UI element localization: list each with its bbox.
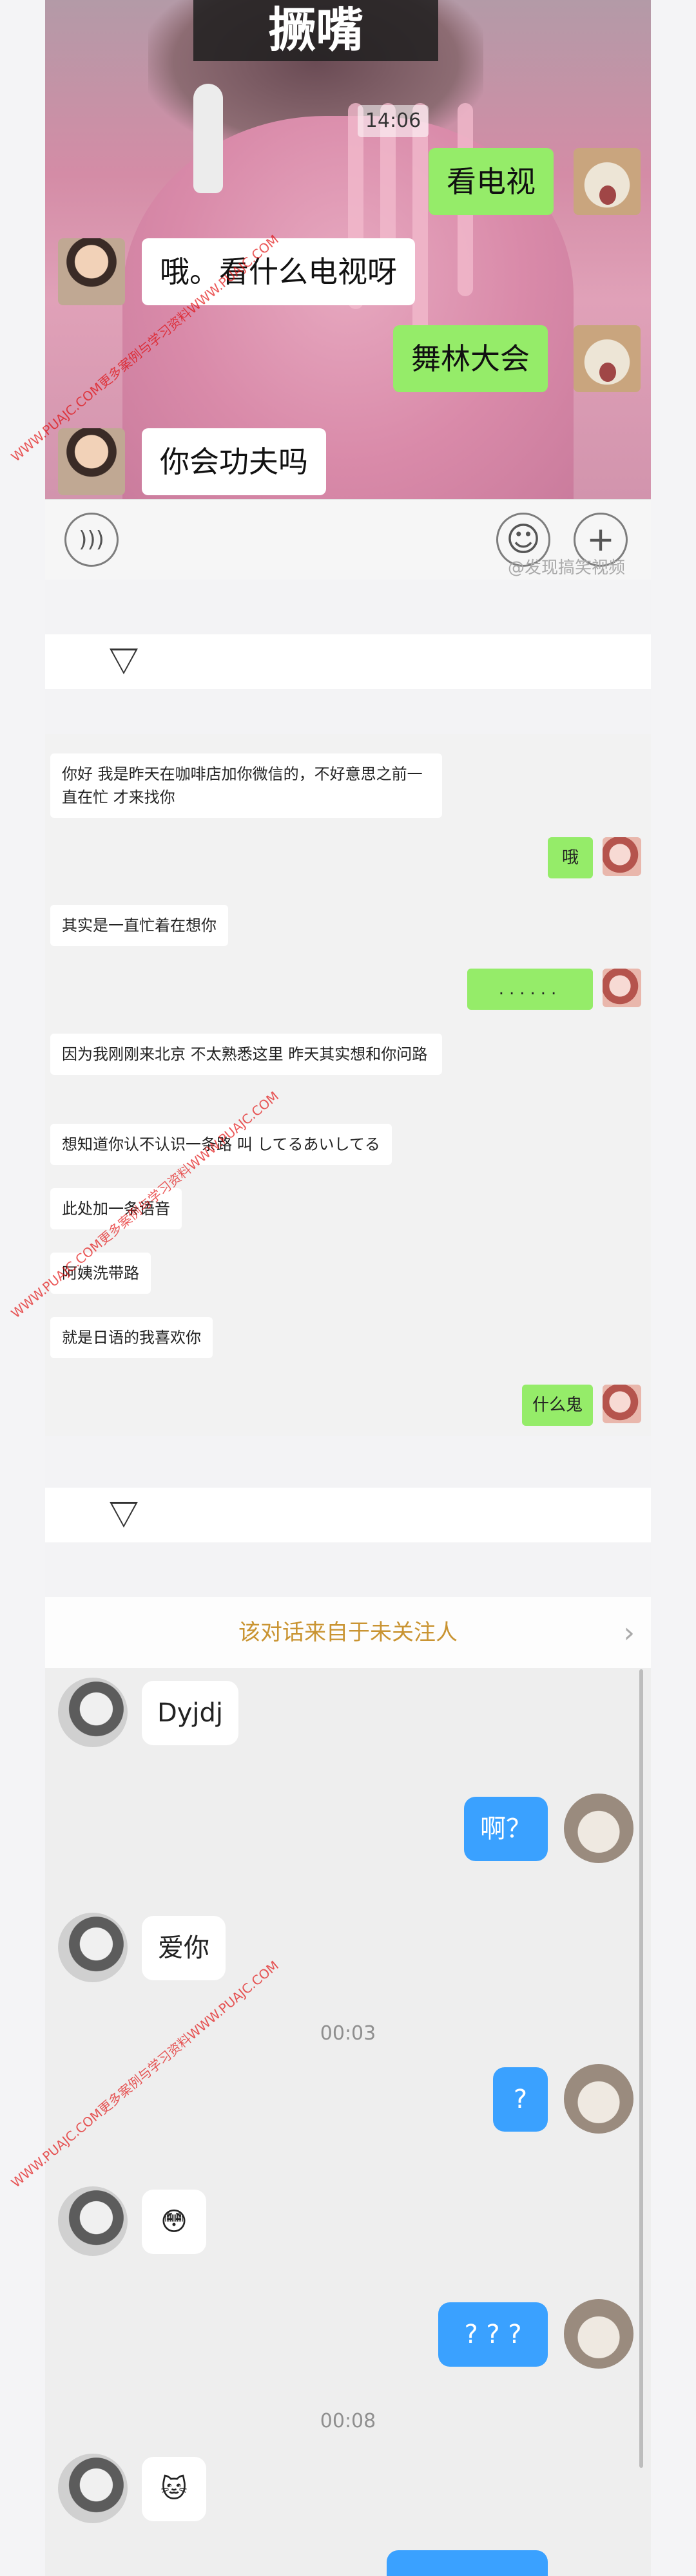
video-chat-panel: 撅嘴 14:06 看电视 哦。看什么电视呀 舞林大会 你会功夫吗 [45, 0, 651, 499]
girl-avatar[interactable] [603, 837, 641, 876]
message-bubble-sent: 看电视 [429, 148, 554, 215]
chat-timestamp: 00:03 [320, 2022, 376, 2045]
message-bubble-sent-partial [387, 2550, 548, 2576]
cat-avatar[interactable] [574, 325, 641, 392]
message-bubble-received: 因为我刚刚来北京 不太熟悉这里 昨天其实想和你问路 [50, 1034, 442, 1075]
girl-avatar[interactable] [603, 1385, 641, 1423]
section-gap [45, 689, 651, 734]
voice-icon[interactable]: ))) [64, 513, 119, 567]
contact-avatar[interactable] [58, 428, 125, 495]
message-bubble-received: 😳 [142, 2190, 206, 2254]
stranger-notice-bar[interactable]: 该对话来自于未关注人 › [45, 1597, 651, 1668]
section-gap [45, 1542, 651, 1597]
input-toolbar: ))) ☺ + @发现搞笑视频 [45, 499, 651, 580]
wechat-chat-panel: 你好 我是昨天在咖啡店加你微信的，不好意思之前一直在忙 才来找你 哦 其实是一直… [45, 734, 651, 1436]
kitten-avatar[interactable] [564, 2299, 633, 2369]
cat-avatar[interactable] [574, 148, 641, 215]
message-bubble-received: Dyjdj [142, 1681, 238, 1745]
stranger-avatar[interactable] [58, 1678, 128, 1747]
message-bubble-received: 你好 我是昨天在咖啡店加你微信的，不好意思之前一直在忙 才来找你 [50, 753, 442, 818]
kitten-avatar[interactable] [564, 1794, 633, 1863]
chat-timestamp: 00:08 [320, 2410, 376, 2432]
message-bubble-sent: ...... [467, 969, 593, 1010]
girl-avatar[interactable] [603, 969, 641, 1007]
kitten-avatar[interactable] [564, 2064, 633, 2134]
scrollbar[interactable] [639, 1669, 643, 2468]
message-bubble-received: 你会功夫吗 [142, 428, 326, 495]
message-bubble-received: 爱你 [142, 1916, 226, 1980]
chat-time: 14:06 [358, 105, 429, 137]
chevron-right-icon: › [623, 1616, 635, 1649]
message-bubble-received: 哦。看什么电视呀 [142, 238, 415, 305]
contact-avatar[interactable] [58, 238, 125, 305]
microphone [193, 84, 223, 193]
section-gap [45, 580, 651, 638]
section-divider [45, 634, 651, 689]
section-divider [45, 1488, 651, 1542]
weibo-watermark: @发现搞笑视频 [507, 558, 625, 578]
message-bubble-sent: 舞林大会 [393, 325, 548, 392]
stranger-notice-text: 该对话来自于未关注人 [238, 1620, 458, 1645]
stranger-avatar[interactable] [58, 2454, 128, 2523]
down-triangle-icon [110, 649, 138, 674]
message-bubble-sent: 哦 [548, 837, 593, 878]
down-triangle-icon [110, 1502, 138, 1528]
stranger-avatar[interactable] [58, 1913, 128, 1982]
message-bubble-received: 就是日语的我喜欢你 [50, 1317, 213, 1358]
message-bubble-received: 其实是一直忙着在想你 [50, 905, 228, 946]
sticker-caption: 撅嘴 [193, 0, 438, 61]
message-bubble-sent: ? [493, 2067, 548, 2132]
message-bubble-sent: 什么鬼 [522, 1385, 593, 1426]
stranger-avatar[interactable] [58, 2186, 128, 2256]
section-gap [45, 1436, 651, 1488]
message-bubble-received: 🐱 [142, 2457, 206, 2521]
message-bubble-sent: ? ? ? [438, 2302, 548, 2367]
message-bubble-sent: 啊？ [464, 1797, 548, 1861]
